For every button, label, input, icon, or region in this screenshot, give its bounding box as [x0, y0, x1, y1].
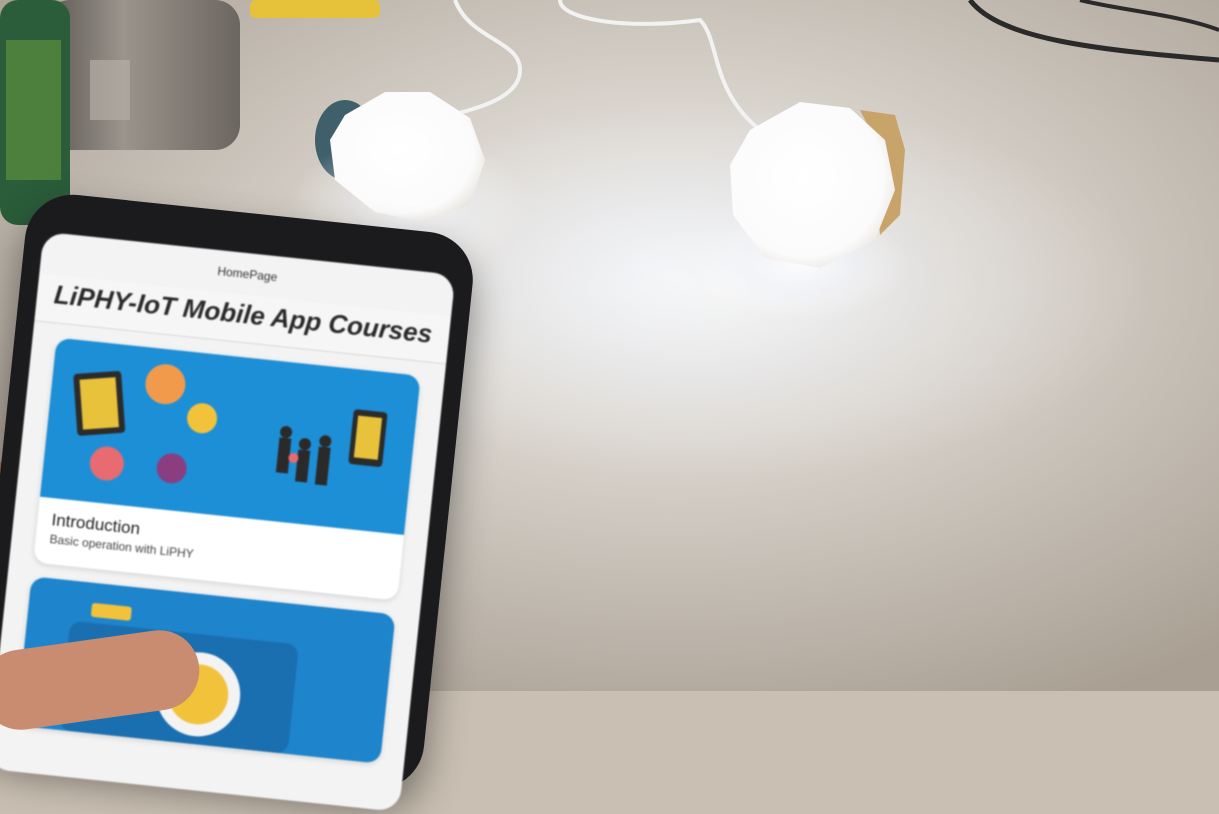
yellow-object	[250, 0, 380, 18]
bottle-pattern	[6, 40, 61, 180]
phone-screen: HomePage LiPHY-IoT Mobile App Courses In…	[0, 231, 456, 812]
steel-bottle	[45, 0, 240, 150]
bottle-label	[90, 60, 130, 120]
course-card-introduction[interactable]: Introduction Basic operation with LiPHY	[33, 337, 421, 601]
